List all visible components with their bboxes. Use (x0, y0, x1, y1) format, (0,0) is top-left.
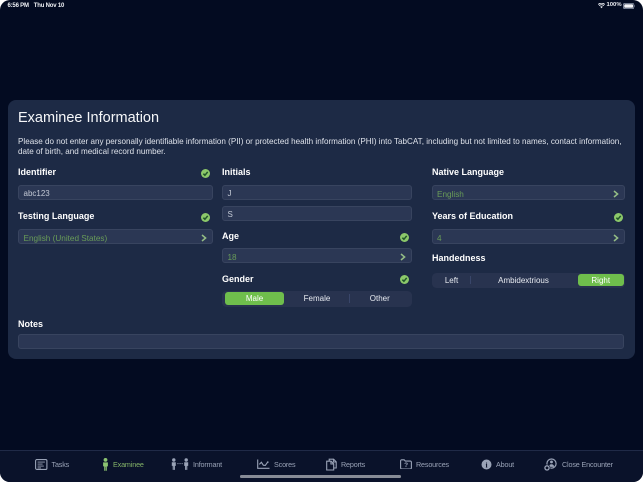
svg-text:i: i (485, 460, 487, 469)
svg-text:?: ? (404, 462, 408, 469)
